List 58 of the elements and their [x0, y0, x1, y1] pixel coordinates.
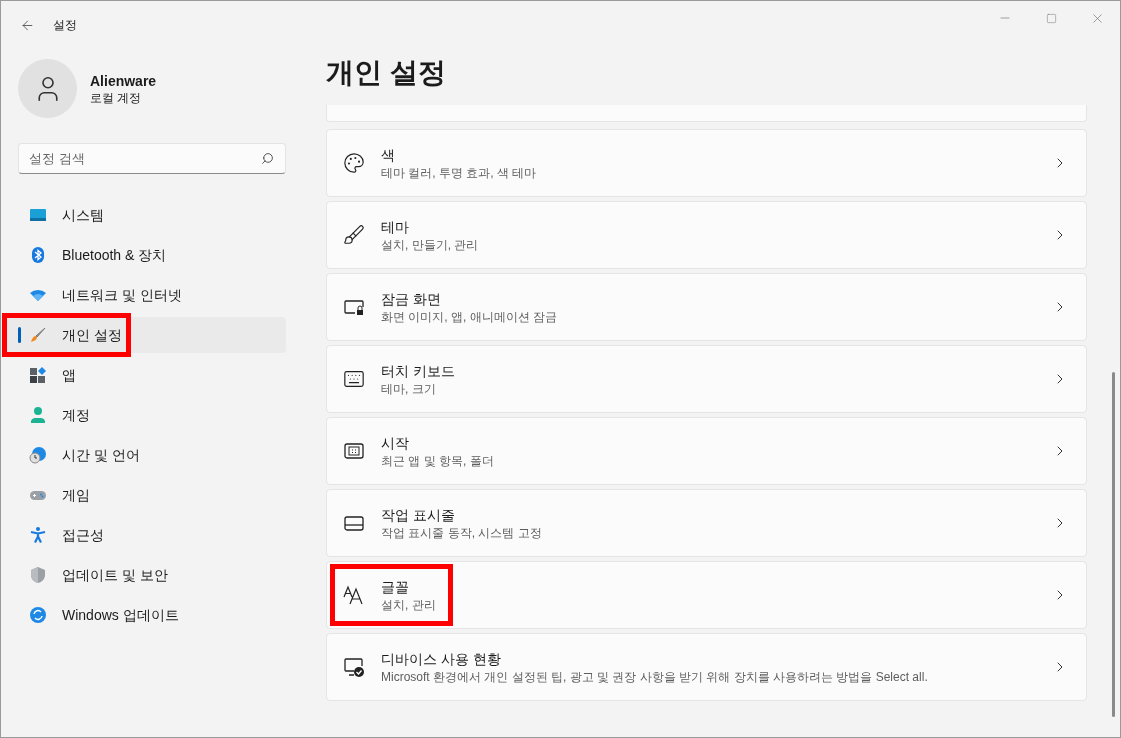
card-subtitle: 설치, 관리: [381, 596, 436, 613]
sidebar-item[interactable]: 시간 및 언어: [6, 437, 286, 473]
account-name: Alienware: [90, 71, 157, 90]
sidebar-item[interactable]: 시스템: [6, 197, 286, 233]
sync-icon: [29, 606, 47, 624]
sidebar-item[interactable]: Windows 업데이트: [6, 597, 286, 633]
settings-card[interactable]: 터치 키보드 테마, 크기: [326, 345, 1087, 413]
page-title: 개인 설정: [326, 56, 447, 90]
shield-icon: [29, 566, 47, 584]
settings-card[interactable]: 테마 설치, 만들기, 관리: [326, 201, 1087, 269]
person-icon: [29, 406, 47, 424]
card-title: 디바이스 사용 현황: [381, 649, 502, 669]
apps-icon: [29, 366, 47, 384]
sidebar-item[interactable]: 업데이트 및 보안: [6, 557, 286, 593]
sidebar-item[interactable]: 네트워크 및 인터넷: [6, 277, 286, 313]
accessibility-icon: [29, 526, 47, 544]
palette-icon: [343, 152, 365, 174]
monitor-icon: [29, 206, 47, 224]
account-type: 로컬 계정: [90, 89, 143, 106]
card-title: 작업 표시줄: [381, 505, 456, 525]
card-subtitle: 테마, 크기: [381, 380, 437, 397]
settings-card[interactable]: 잠금 화면 화면 이미지, 앱, 애니메이션 잠금: [326, 273, 1087, 341]
settings-card[interactable]: 디바이스 사용 현황 Microsoft 환경에서 개인 설정된 팁, 광고 및 권장 사항을 받기 위해 장치를 사용하려는 방법을 Select all.: [326, 633, 1087, 701]
card-title: 색: [381, 145, 396, 165]
card-subtitle: 화면 이미지, 앱, 애니메이션 잠금: [381, 308, 557, 325]
card-subtitle: 최근 앱 및 항목, 폴더: [381, 452, 494, 469]
card-subtitle: 설치, 만들기, 관리: [381, 236, 479, 253]
card-subtitle: Microsoft 환경에서 개인 설정된 팁, 광고 및 권장 사항을 받기 위해 장치를 사용하려는 방법을 Select all.: [381, 668, 928, 685]
sidebar-item[interactable]: 계정: [6, 397, 286, 433]
search-icon: [261, 152, 274, 165]
card-subtitle: 작업 표시줄 동작, 시스템 고정: [381, 524, 542, 541]
settings-card[interactable]: 작업 표시줄 작업 표시줄 동작, 시스템 고정: [326, 489, 1087, 557]
settings-card[interactable]: 시작 최근 앱 및 항목, 폴더: [326, 417, 1087, 485]
sidebar-item[interactable]: Bluetooth & 장치: [6, 237, 286, 273]
card-title: 터치 키보드: [381, 361, 455, 381]
sidebar-item[interactable]: 게임: [6, 477, 286, 513]
paintbrush-icon: [29, 326, 47, 344]
window-title: 설정: [53, 17, 77, 34]
settings-card[interactable]: 색 테마 컬러, 투명 효과, 색 테마: [326, 129, 1087, 197]
card-title: 시작: [381, 433, 410, 453]
card-title: 테마: [381, 217, 410, 237]
sidebar-item[interactable]: 앱: [6, 357, 286, 393]
selection-indicator: [18, 327, 21, 343]
search-field[interactable]: 설정 검색: [18, 143, 286, 174]
card-title: 글꼴: [381, 577, 410, 597]
maximize-icon: [1045, 12, 1057, 24]
monitor-check-icon: [343, 656, 365, 678]
keyboard-icon: [343, 368, 365, 390]
scrollbar[interactable]: [1112, 372, 1115, 717]
paintbrush-icon: [343, 224, 365, 246]
bluetooth-icon: [29, 246, 47, 264]
sidebar-item[interactable]: 접근성: [6, 517, 286, 553]
card-title: 잠금 화면: [381, 289, 442, 309]
start-menu-icon: [343, 440, 365, 462]
card-subtitle: 테마 컬러, 투명 효과, 색 테마: [381, 164, 537, 181]
globe-clock-icon: [29, 446, 47, 464]
font-icon: [343, 584, 365, 606]
settings-card[interactable]: 글꼴 설치, 관리: [326, 561, 1087, 629]
